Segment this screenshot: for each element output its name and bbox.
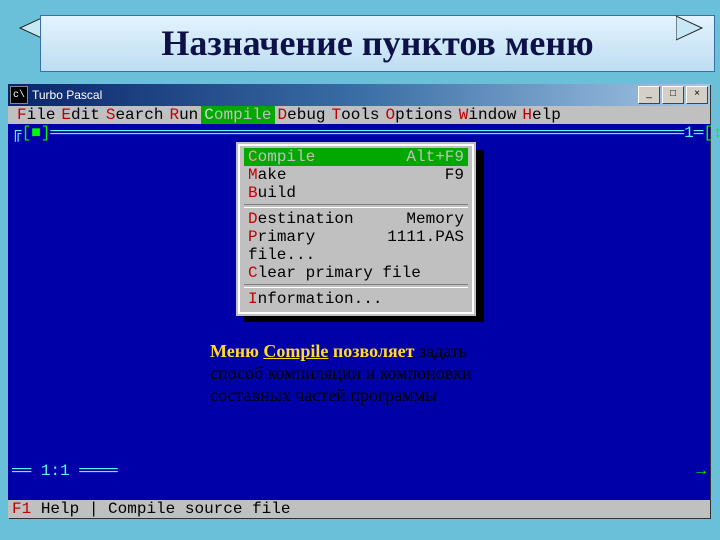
system-menu-icon[interactable]: c\ <box>10 86 28 104</box>
menu-item-tools[interactable]: Tools <box>329 106 383 124</box>
dropdown-separator <box>244 284 468 288</box>
slide-title: Назначение пунктов меню <box>161 23 593 63</box>
dropdown-item-build[interactable]: Build <box>244 184 468 202</box>
close-button[interactable]: × <box>686 86 708 104</box>
menu-item-run[interactable]: Run <box>166 106 201 124</box>
menu-item-compile[interactable]: Compile <box>201 106 274 124</box>
app-window: c\ Turbo Pascal _ □ × File Edit Search R… <box>8 84 710 518</box>
dropdown-item-compile[interactable]: CompileAlt+F9 <box>244 148 468 166</box>
status-hint: Compile source file <box>108 500 290 518</box>
status-help-label: Help <box>41 500 79 518</box>
titlebar[interactable]: c\ Turbo Pascal _ □ × <box>8 84 710 106</box>
slide-root: Назначение пунктов меню c\ Turbo Pascal … <box>0 0 720 540</box>
maximize-button[interactable]: □ <box>662 86 684 104</box>
minimize-button[interactable]: _ <box>638 86 660 104</box>
menu-item-options[interactable]: Options <box>383 106 456 124</box>
slide-caption: Меню Compile позволяет задать способ ком… <box>210 340 520 406</box>
dropdown-item-clear-primary-file[interactable]: Clear primary file <box>244 264 468 282</box>
dos-screen: File Edit Search Run Compile Debug Tools… <box>8 106 710 518</box>
slide-title-banner: Назначение пунктов меню <box>40 15 715 72</box>
window-title: Turbo Pascal <box>32 88 638 102</box>
dropdown-item-destination[interactable]: DestinationMemory <box>244 210 468 228</box>
editor-cursor-pos: ══ 1:1 ════ <box>12 462 118 480</box>
menu-item-edit[interactable]: Edit <box>58 106 102 124</box>
menu-item-search[interactable]: Search <box>103 106 167 124</box>
dropdown-item-information-[interactable]: Information... <box>244 290 468 308</box>
menu-item-file[interactable]: File <box>14 106 58 124</box>
editor-border-top: ╔[■]════════════════════════════════════… <box>12 124 706 142</box>
window-controls: _ □ × <box>638 86 708 104</box>
dropdown-item-make[interactable]: MakeF9 <box>244 166 468 184</box>
next-slide-button[interactable] <box>676 14 712 42</box>
status-bar: F1 Help | Compile source file <box>8 500 710 518</box>
compile-menu-dropdown[interactable]: CompileAlt+F9MakeF9Build DestinationMemor… <box>236 142 476 316</box>
dropdown-item-primary-file-[interactable]: Primary file...1111.PAS <box>244 228 468 264</box>
arrow-right-icon <box>676 14 712 42</box>
scroll-right-icon[interactable]: → <box>696 462 706 480</box>
editor-area[interactable]: ╔[■]════════════════════════════════════… <box>8 124 710 500</box>
menu-item-window[interactable]: Window <box>456 106 520 124</box>
status-hotkey: F1 <box>12 500 31 518</box>
caption-lead: Меню Compile позволяет <box>210 341 419 361</box>
menu-item-help[interactable]: Help <box>519 106 563 124</box>
menu-item-debug[interactable]: Debug <box>275 106 329 124</box>
dropdown-separator <box>244 204 468 208</box>
menubar[interactable]: File Edit Search Run Compile Debug Tools… <box>8 106 710 124</box>
